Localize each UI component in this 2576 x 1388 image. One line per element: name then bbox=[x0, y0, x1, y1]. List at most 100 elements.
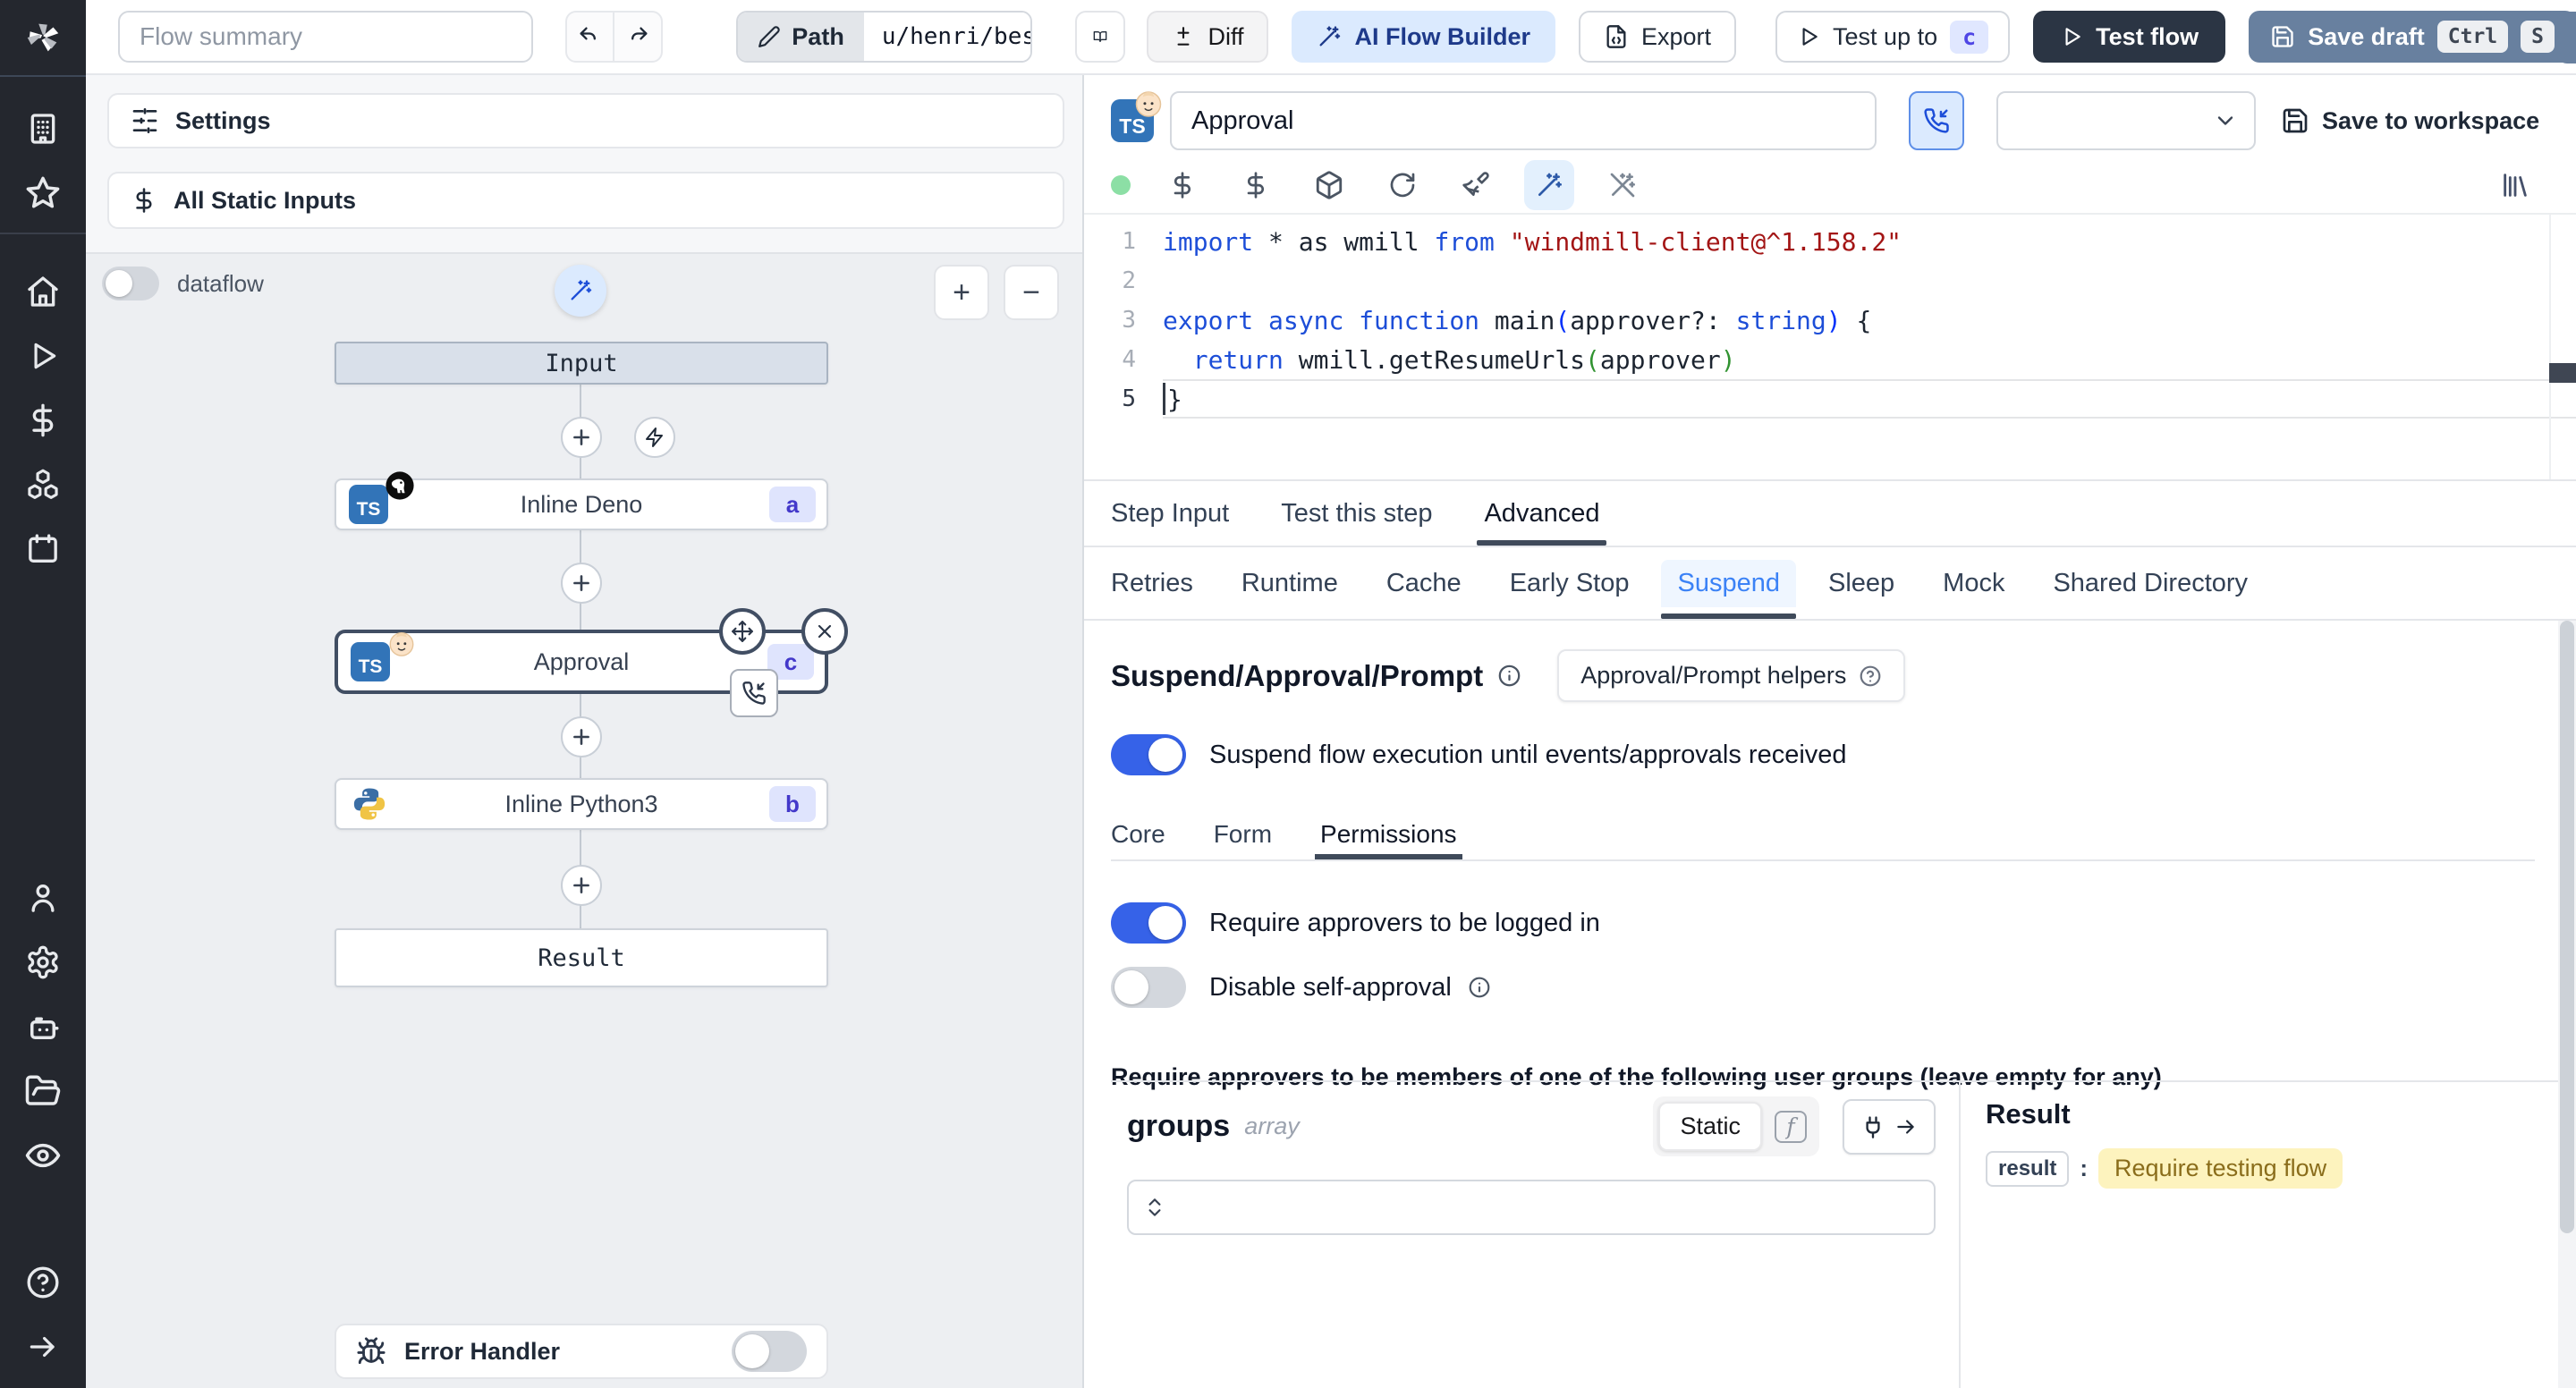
tab-core[interactable]: Core bbox=[1111, 811, 1165, 859]
error-handler-label: Error Handler bbox=[404, 1337, 561, 1365]
schedules-icon[interactable] bbox=[0, 517, 86, 581]
insert-step-button[interactable] bbox=[561, 716, 602, 757]
tab-retries[interactable]: Retries bbox=[1111, 547, 1193, 619]
disable-self-approval-toggle[interactable] bbox=[1111, 967, 1186, 1008]
tab-advanced[interactable]: Advanced bbox=[1477, 481, 1607, 546]
tab-form[interactable]: Form bbox=[1214, 811, 1272, 859]
contextual-variables-icon-button[interactable] bbox=[1231, 160, 1281, 210]
variables-icon[interactable] bbox=[0, 388, 86, 453]
undo-button[interactable] bbox=[567, 13, 614, 61]
trigger-zap-button[interactable] bbox=[634, 417, 675, 458]
tab-sleep[interactable]: Sleep bbox=[1828, 547, 1894, 619]
error-handler-toggle[interactable] bbox=[732, 1331, 807, 1372]
workspace-icon[interactable] bbox=[0, 97, 86, 161]
require-logged-in-toggle[interactable] bbox=[1111, 902, 1186, 944]
tab-permissions[interactable]: Permissions bbox=[1315, 811, 1463, 859]
tab-cache[interactable]: Cache bbox=[1386, 547, 1462, 619]
home-icon[interactable] bbox=[0, 259, 86, 324]
function-mode-button[interactable]: f bbox=[1767, 1104, 1814, 1150]
ai-assistant-icon-button[interactable] bbox=[1524, 160, 1574, 210]
reload-icon-button[interactable] bbox=[1377, 160, 1428, 210]
code-line-3[interactable]: 3 export async function main(approver?: s… bbox=[1084, 300, 2576, 340]
export-button[interactable]: Export bbox=[1578, 11, 1737, 63]
plug-icon bbox=[1866, 1115, 1880, 1138]
runs-icon[interactable] bbox=[0, 324, 86, 388]
graph-node-inline-python3[interactable]: Inline Python3 b bbox=[335, 778, 828, 830]
test-up-to-button[interactable]: Test up to c bbox=[1775, 11, 2011, 63]
folders-icon[interactable] bbox=[0, 1059, 86, 1123]
panel-scrollbar[interactable] bbox=[2558, 621, 2576, 1388]
dataflow-toggle[interactable] bbox=[102, 267, 159, 300]
status-dot bbox=[1111, 175, 1131, 195]
approval-prompt-helpers-button[interactable]: Approval/Prompt helpers bbox=[1557, 649, 1906, 702]
save-draft-button[interactable]: Save draft Ctrl S bbox=[2249, 11, 2576, 63]
insert-step-button[interactable] bbox=[561, 417, 602, 458]
code-line-2[interactable]: 2 bbox=[1084, 261, 2576, 300]
deploy-button-partial[interactable] bbox=[2556, 12, 2576, 63]
flow-summary-input[interactable] bbox=[118, 11, 533, 63]
graph-node-inline-deno[interactable]: TS Inline Deno a bbox=[335, 471, 828, 530]
path-button[interactable]: Path u/henri/bes bbox=[736, 11, 1033, 63]
docs-book-button[interactable] bbox=[1075, 11, 1126, 63]
resources-icon[interactable] bbox=[0, 453, 86, 517]
diff-button[interactable]: Diff bbox=[1147, 11, 1269, 63]
flow-settings-button[interactable]: Settings bbox=[107, 93, 1064, 148]
info-icon[interactable] bbox=[1468, 976, 1491, 999]
ai-disabled-icon-button[interactable] bbox=[1597, 160, 1648, 210]
tab-runtime[interactable]: Runtime bbox=[1241, 547, 1338, 619]
error-handler-row[interactable]: Error Handler bbox=[335, 1324, 828, 1379]
info-icon[interactable] bbox=[1497, 664, 1521, 688]
insert-step-button[interactable] bbox=[561, 563, 602, 604]
result-key-chip[interactable]: result bbox=[1986, 1150, 2070, 1187]
suspend-sub-tabs: Core Form Permissions bbox=[1111, 811, 2535, 861]
all-static-inputs-button[interactable]: All Static Inputs bbox=[107, 172, 1064, 229]
tab-suspend[interactable]: Suspend bbox=[1661, 547, 1796, 619]
package-icon-button[interactable] bbox=[1304, 160, 1354, 210]
redo-button[interactable] bbox=[614, 13, 662, 61]
suspend-title: Suspend/Approval/Prompt bbox=[1111, 658, 1484, 692]
help-icon[interactable] bbox=[0, 1250, 86, 1315]
flow-graph-canvas[interactable]: dataflow + − Input TS Inline Deno a TS A… bbox=[86, 252, 1082, 1388]
play-icon bbox=[2065, 28, 2080, 46]
variables-icon-button[interactable] bbox=[1157, 160, 1208, 210]
code-line-4[interactable]: 4 return wmill.getResumeUrls(approver) bbox=[1084, 340, 2576, 379]
code-editor[interactable]: 1 import * as wmill from "windmill-client… bbox=[1084, 213, 2576, 479]
groups-array-input[interactable] bbox=[1127, 1180, 1936, 1235]
expand-sidebar-icon[interactable] bbox=[0, 1315, 86, 1379]
graph-node-approval-selected[interactable]: TS Approval c bbox=[335, 608, 848, 717]
tag-select-dropdown[interactable] bbox=[1996, 91, 2256, 150]
approval-phone-button[interactable] bbox=[1909, 91, 1964, 150]
favorites-star-icon[interactable] bbox=[0, 161, 86, 225]
format-paintbrush-icon-button[interactable] bbox=[1451, 160, 1501, 210]
save-to-workspace-button[interactable]: Save to workspace bbox=[2281, 106, 2539, 135]
graph-node-result[interactable]: Result bbox=[335, 928, 828, 987]
graph-ai-wand-button[interactable] bbox=[555, 265, 606, 317]
insert-step-button[interactable] bbox=[561, 865, 602, 906]
tab-mock[interactable]: Mock bbox=[1943, 547, 2004, 619]
code-line-1[interactable]: 1 import * as wmill from "windmill-client… bbox=[1084, 222, 2576, 261]
test-flow-button[interactable]: Test flow bbox=[2033, 11, 2226, 63]
ai-flow-builder-button[interactable]: AI Flow Builder bbox=[1292, 11, 1555, 63]
step-name-input[interactable] bbox=[1170, 91, 1877, 150]
workers-bot-icon[interactable] bbox=[0, 994, 86, 1059]
connect-input-button[interactable] bbox=[1843, 1098, 1936, 1155]
suspend-flow-toggle[interactable] bbox=[1111, 734, 1186, 775]
static-mode-button[interactable]: Static bbox=[1658, 1102, 1762, 1151]
windmill-logo[interactable] bbox=[0, 0, 86, 77]
code-line-5[interactable]: 5} bbox=[1084, 379, 2576, 419]
tab-test-this-step[interactable]: Test this step bbox=[1281, 481, 1432, 546]
suspend-phone-indicator bbox=[730, 669, 778, 717]
delete-step-button[interactable] bbox=[801, 608, 848, 655]
editor-scrollbar[interactable] bbox=[2549, 215, 2576, 479]
tab-shared-directory[interactable]: Shared Directory bbox=[2053, 547, 2248, 619]
tab-early-stop[interactable]: Early Stop bbox=[1510, 547, 1630, 619]
move-step-button[interactable] bbox=[719, 608, 766, 655]
settings-gear-icon[interactable] bbox=[0, 930, 86, 994]
tab-step-input[interactable]: Step Input bbox=[1111, 481, 1229, 546]
audit-eye-icon[interactable] bbox=[0, 1123, 86, 1188]
users-icon[interactable] bbox=[0, 866, 86, 930]
zoom-in-button[interactable]: + bbox=[934, 265, 989, 320]
zoom-out-button[interactable]: − bbox=[1004, 265, 1059, 320]
library-icon-button[interactable] bbox=[2490, 160, 2540, 210]
graph-node-input[interactable]: Input bbox=[335, 342, 828, 385]
